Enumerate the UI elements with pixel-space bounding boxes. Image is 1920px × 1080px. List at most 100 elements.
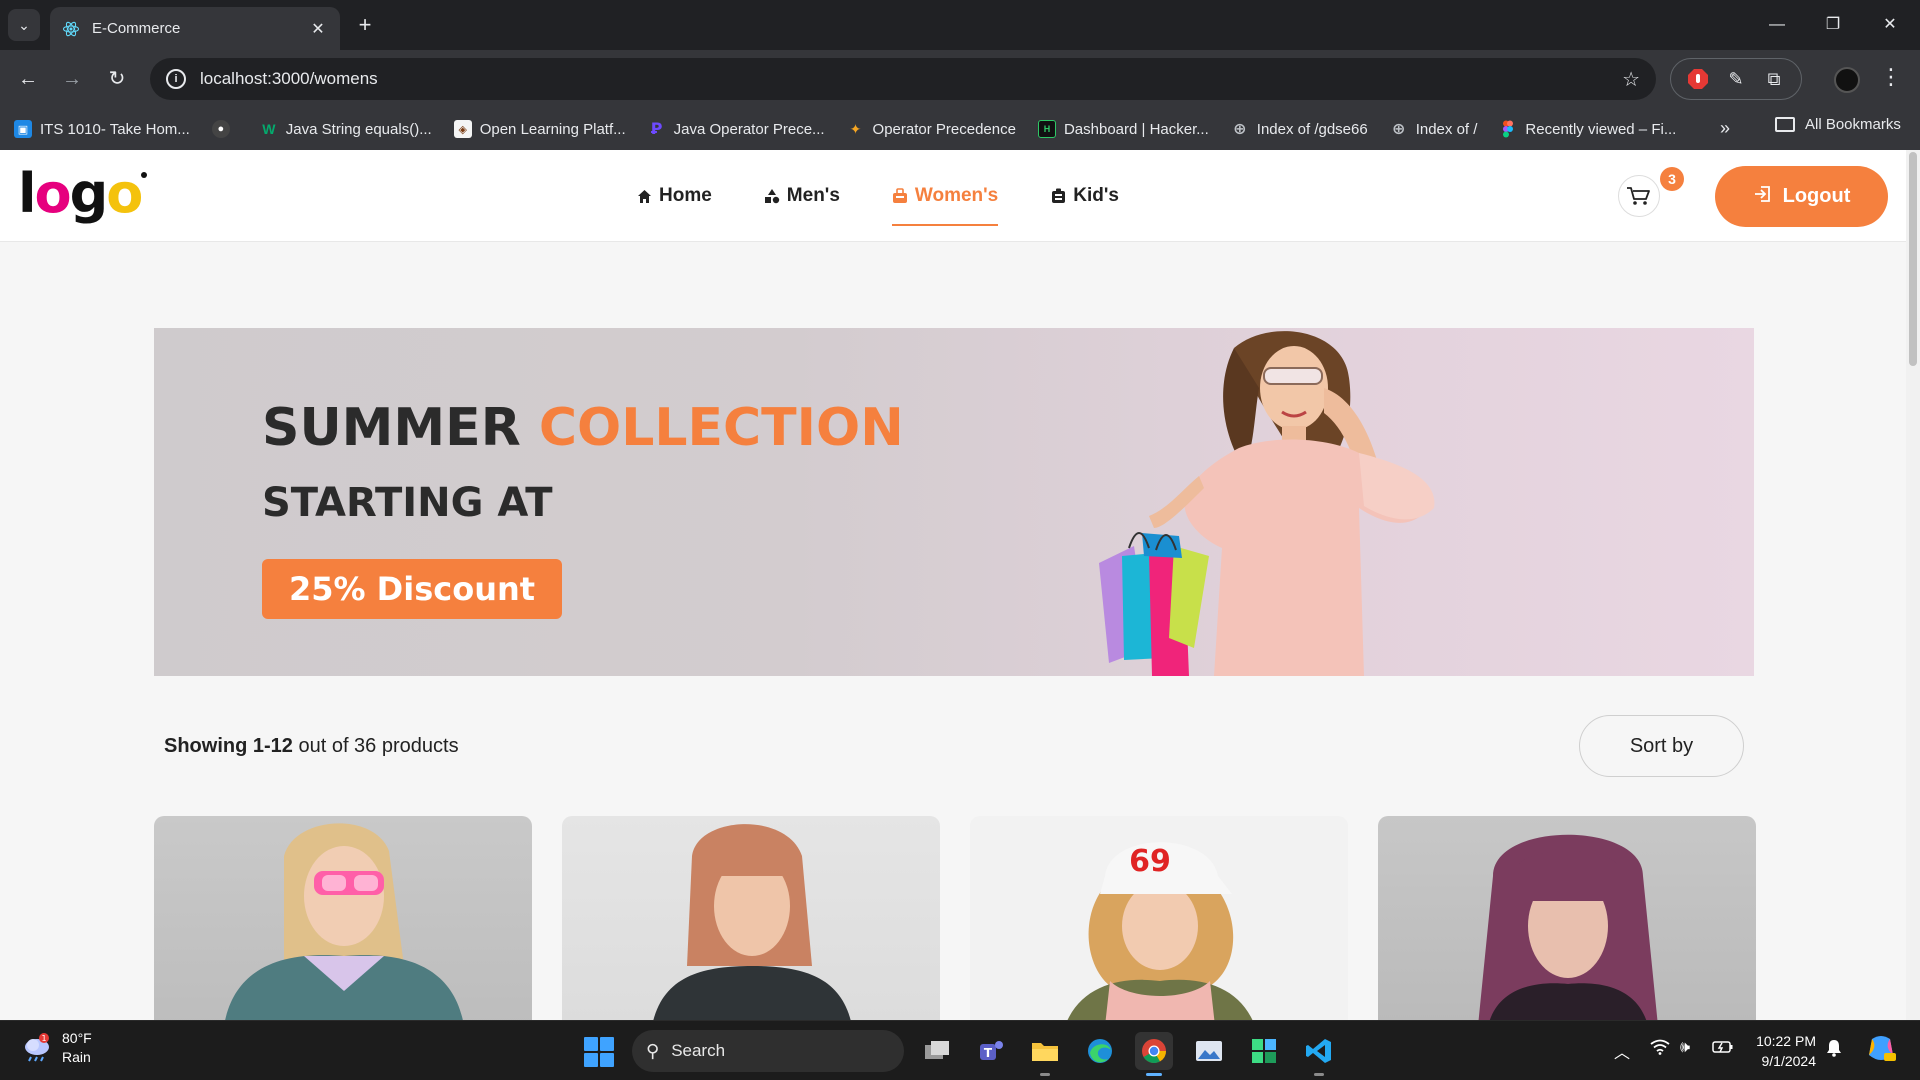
puzzle-extensions-icon[interactable]: ⧉ bbox=[1762, 67, 1786, 91]
all-bookmarks-button[interactable]: All Bookmarks bbox=[1775, 116, 1901, 133]
bookmark-item[interactable]: ⊕ Index of /gdse66 bbox=[1231, 120, 1368, 139]
android-studio-icon[interactable] bbox=[1245, 1032, 1283, 1070]
bookmark-item[interactable]: ▣ ITS 1010- Take Hom... bbox=[14, 120, 190, 138]
cart-button[interactable] bbox=[1618, 175, 1660, 217]
cart-icon bbox=[1627, 187, 1650, 205]
bookmark-item[interactable]: ⊕ Index of / bbox=[1390, 120, 1477, 139]
bookmarks-bar: ▣ ITS 1010- Take Hom... ● W Java String … bbox=[0, 108, 1920, 150]
more-menu-icon[interactable]: ⋮ bbox=[1880, 64, 1902, 90]
product-image bbox=[653, 824, 851, 1020]
bookmark-label: Java String equals()... bbox=[285, 120, 432, 138]
new-tab-button[interactable]: + bbox=[352, 12, 378, 38]
product-card[interactable] bbox=[562, 816, 940, 1020]
address-bar[interactable]: i localhost:3000/womens ☆ bbox=[150, 58, 1656, 100]
bookmark-item[interactable]: Recently viewed – Fi... bbox=[1499, 120, 1676, 138]
profile-avatar[interactable] bbox=[1834, 67, 1860, 93]
clock-time: 10:22 PM bbox=[1756, 1033, 1816, 1049]
react-icon bbox=[62, 21, 80, 36]
nav-home[interactable]: Home bbox=[636, 150, 712, 242]
scrollbar-thumb[interactable] bbox=[1909, 152, 1917, 366]
google-classroom-icon: ▣ bbox=[14, 120, 32, 138]
nav-mens-label: Men's bbox=[786, 185, 840, 206]
nav-kids-label: Kid's bbox=[1073, 185, 1119, 206]
close-window-button[interactable]: ✕ bbox=[1875, 10, 1905, 40]
clock-date: 9/1/2024 bbox=[1761, 1053, 1817, 1069]
url-text[interactable]: localhost:3000/womens bbox=[200, 69, 1622, 89]
photos-icon[interactable] bbox=[1190, 1032, 1228, 1070]
vscode-icon[interactable] bbox=[1300, 1032, 1338, 1076]
reload-button[interactable]: ↻ bbox=[102, 64, 132, 94]
forward-button[interactable]: → bbox=[57, 64, 87, 94]
svg-text:69: 69 bbox=[1129, 844, 1171, 879]
chrome-icon[interactable] bbox=[1135, 1032, 1173, 1076]
task-view-icon[interactable] bbox=[918, 1032, 956, 1070]
bookmark-label: Open Learning Platf... bbox=[479, 120, 626, 138]
taskbar-clock[interactable]: 10:22 PM 9/1/2024 bbox=[1752, 1031, 1816, 1071]
banner-subtitle: STARTING AT bbox=[262, 480, 553, 526]
shop-icon bbox=[892, 188, 908, 204]
weather-desc: Rain bbox=[62, 1049, 91, 1065]
nav-womens[interactable]: Women's bbox=[891, 150, 999, 242]
bookmark-star-icon[interactable]: ☆ bbox=[1622, 67, 1640, 92]
promo-banner[interactable]: SUMMER COLLECTION STARTING AT 25% Discou… bbox=[154, 328, 1754, 676]
file-explorer-icon[interactable] bbox=[1026, 1032, 1064, 1076]
globe-icon: ⊕ bbox=[1392, 121, 1406, 138]
extensions-group: ✎ ⧉ bbox=[1670, 58, 1802, 100]
minimize-button[interactable]: — bbox=[1762, 10, 1792, 40]
notification-bell-icon[interactable] bbox=[1826, 1039, 1842, 1062]
more-bookmarks-icon[interactable]: » bbox=[1720, 118, 1730, 139]
figma-icon bbox=[1503, 120, 1514, 138]
product-card[interactable] bbox=[154, 816, 532, 1020]
show-hidden-icons-chevron[interactable]: ︿ bbox=[1614, 1039, 1630, 1063]
close-tab-icon[interactable]: ✕ bbox=[308, 19, 328, 39]
eyedropper-icon[interactable]: ✎ bbox=[1724, 67, 1748, 91]
banner-model-image bbox=[1099, 331, 1435, 676]
hackerrank-icon: H bbox=[1037, 120, 1056, 138]
browser-tabstrip: ⌄ E-Commerce ✕ + — ❐ ✕ bbox=[0, 0, 1920, 50]
bag-icon bbox=[1050, 188, 1066, 204]
product-count-text: Showing 1-12 out of 36 products bbox=[164, 735, 459, 757]
nav-kids[interactable]: Kid's bbox=[1050, 150, 1119, 242]
page-scrollbar[interactable] bbox=[1906, 150, 1920, 1020]
bookmark-item[interactable]: ◈ Open Learning Platf... bbox=[453, 120, 626, 138]
copilot-icon[interactable] bbox=[1866, 1035, 1896, 1068]
web-page: logo Home Men's Women's Kid's 3 Logout S… bbox=[0, 150, 1920, 1020]
back-button[interactable]: ← bbox=[13, 64, 43, 94]
banner-title: SUMMER COLLECTION bbox=[262, 398, 904, 458]
product-card[interactable]: 69 bbox=[970, 816, 1348, 1020]
tab-search-button[interactable]: ⌄ bbox=[8, 9, 40, 41]
volume-icon[interactable]: 🕪 bbox=[1680, 1039, 1690, 1057]
product-image bbox=[225, 823, 463, 1020]
home-icon bbox=[636, 188, 652, 204]
battery-icon[interactable] bbox=[1712, 1039, 1734, 1060]
banner-discount-badge: 25% Discount bbox=[262, 559, 562, 619]
logout-icon bbox=[1753, 184, 1773, 210]
sort-by-dropdown[interactable]: Sort by bbox=[1579, 715, 1744, 777]
edge-icon[interactable] bbox=[1081, 1032, 1119, 1070]
teams-icon[interactable]: T bbox=[972, 1032, 1010, 1070]
main-nav: Home Men's Women's Kid's bbox=[636, 150, 1171, 242]
logout-button[interactable]: Logout bbox=[1715, 166, 1888, 227]
adblock-icon[interactable] bbox=[1686, 67, 1710, 91]
browser-tab-active[interactable]: E-Commerce ✕ bbox=[50, 7, 340, 50]
bookmark-item[interactable]: H Dashboard | Hacker... bbox=[1037, 120, 1209, 138]
taskbar-search-box[interactable]: ⚲ Search bbox=[632, 1030, 904, 1072]
bookmark-label: Dashboard | Hacker... bbox=[1063, 120, 1209, 138]
bookmark-item[interactable]: W Java String equals()... bbox=[260, 120, 432, 138]
bookmark-label: ITS 1010- Take Hom... bbox=[40, 120, 190, 138]
browser-toolbar: ← → ↻ i localhost:3000/womens ☆ ✎ ⧉ ⋮ bbox=[0, 50, 1920, 108]
bookmark-label: Operator Precedence bbox=[872, 120, 1016, 138]
site-info-icon[interactable]: i bbox=[166, 69, 186, 89]
bookmark-item[interactable]: Ꝑ Java Operator Prece... bbox=[648, 120, 825, 139]
nav-mens[interactable]: Men's bbox=[764, 150, 840, 242]
operator-icon: ✦ bbox=[849, 120, 862, 137]
site-logo[interactable]: logo bbox=[18, 164, 148, 224]
restore-button[interactable]: ❐ bbox=[1818, 10, 1848, 40]
product-card[interactable] bbox=[1378, 816, 1756, 1020]
windows-start-button[interactable] bbox=[584, 1037, 614, 1067]
wifi-icon[interactable] bbox=[1650, 1039, 1670, 1060]
bookmark-item[interactable]: ✦ Operator Precedence bbox=[847, 120, 1016, 138]
bookmark-label: Index of /gdse66 bbox=[1256, 120, 1368, 138]
weather-widget[interactable]: 1 80°F Rain bbox=[22, 1029, 92, 1067]
bookmark-item[interactable]: ● bbox=[211, 120, 238, 138]
